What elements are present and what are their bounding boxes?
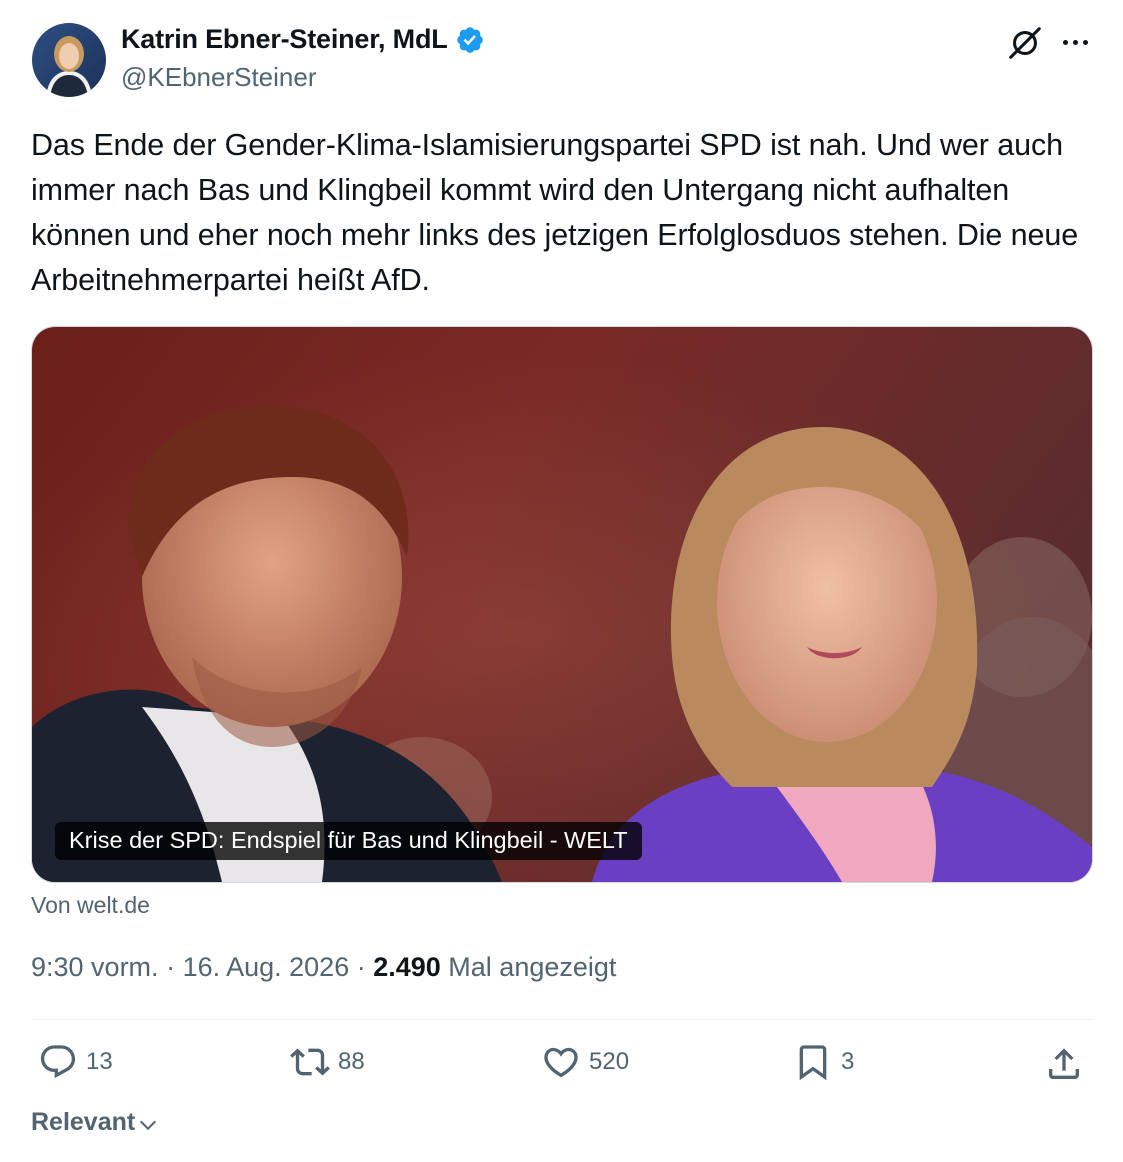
verified-badge-icon (456, 26, 483, 53)
card-source[interactable]: Von welt.de (31, 892, 150, 919)
reply-count: 13 (86, 1048, 113, 1075)
tweet-time[interactable]: 9:30 vorm. (31, 952, 159, 983)
tweet-text: Das Ende der Gender-Klima-Islamisierungs… (31, 128, 1079, 297)
author-display-name[interactable]: Katrin Ebner-Steiner, MdL (121, 24, 448, 55)
card-caption: Krise der SPD: Endspiel für Bas und Klin… (55, 822, 642, 860)
bookmark-icon (799, 1045, 827, 1081)
tweet: Katrin Ebner-Steiner, MdL @KEbnerSteiner… (0, 0, 1123, 1162)
chevron-down-icon (140, 1120, 157, 1130)
views-count: 2.490 (373, 952, 441, 982)
share-icon[interactable] (1044, 1044, 1084, 1084)
reply-icon (40, 1045, 76, 1079)
bookmark-count: 3 (841, 1048, 855, 1075)
sort-label: Relevant (31, 1108, 136, 1136)
avatar[interactable] (32, 23, 106, 97)
like-button[interactable]: 520 (541, 1042, 629, 1082)
repost-count: 88 (338, 1048, 365, 1075)
grok-icon[interactable] (1006, 24, 1044, 62)
author-handle[interactable]: @KEbnerSteiner (121, 62, 317, 93)
more-icon[interactable] (1058, 30, 1092, 54)
replies-sort-dropdown[interactable]: Relevant (31, 1108, 159, 1137)
repost-icon (290, 1048, 330, 1076)
like-count: 520 (589, 1048, 630, 1075)
divider (31, 1019, 1093, 1020)
repost-button[interactable]: 88 (290, 1042, 365, 1082)
bookmark-button[interactable]: 3 (793, 1042, 854, 1082)
author-name-row[interactable]: Katrin Ebner-Steiner, MdL (121, 24, 485, 55)
meta-separator: · (158, 952, 183, 982)
tweet-meta: 9:30 vorm. · 16. Aug. 2026 · 2.490 Mal a… (31, 952, 616, 983)
link-card[interactable]: Krise der SPD: Endspiel für Bas und Klin… (31, 326, 1093, 883)
reply-button[interactable]: 13 (38, 1042, 113, 1082)
article-photo (32, 327, 1092, 882)
tweet-date[interactable]: 16. Aug. 2026 (183, 952, 350, 983)
heart-icon (544, 1047, 578, 1078)
meta-separator: · (349, 952, 374, 982)
views-label: Mal angezeigt (440, 952, 617, 982)
